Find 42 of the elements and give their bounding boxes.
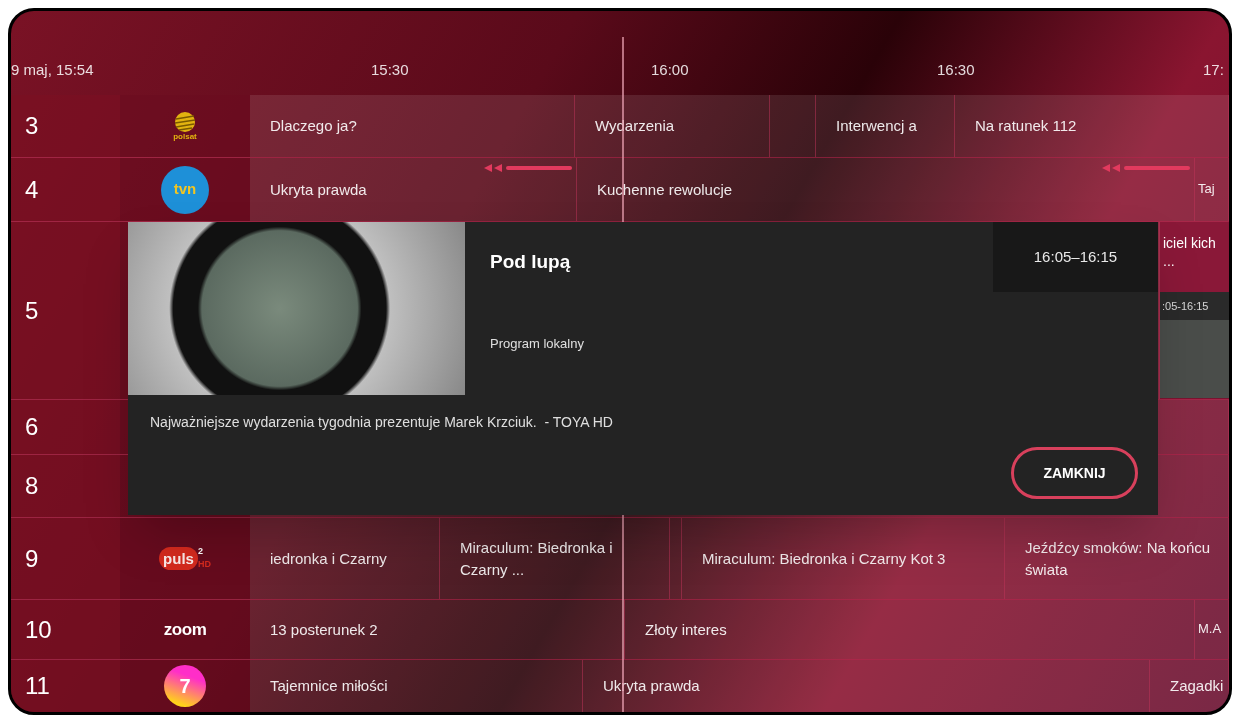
- channel-number: 8: [25, 471, 39, 501]
- program-time: :05-16:15: [1160, 292, 1229, 320]
- time-tick: 17:: [1203, 60, 1224, 80]
- program-description: Najważniejsze wydarzenia tygodnia prezentuje Marek Krzciuk. - TOYA HD: [150, 413, 613, 432]
- current-date-time: 9 maj, 15:54: [11, 60, 94, 80]
- program-cell[interactable]: Dlaczego ja?: [250, 95, 575, 157]
- program-cell[interactable]: Ukryta prawda: [583, 660, 1150, 712]
- program-cell[interactable]: Ukryta prawda: [250, 158, 577, 221]
- program-cell[interactable]: Zagadki: [1150, 660, 1229, 712]
- program-cell[interactable]: Taj: [1195, 158, 1229, 221]
- channel-logo: tvn: [161, 165, 209, 214]
- channel-number: 3: [25, 111, 39, 141]
- channel-logo: polsat: [173, 111, 197, 141]
- program-cell[interactable]: Jeźdźcy smoków: Na końcu świata: [1005, 518, 1229, 599]
- channel-number: 4: [25, 174, 39, 205]
- time-tick: 16:30: [937, 60, 975, 80]
- program-cell[interactable]: Wydarzenia: [575, 95, 770, 157]
- program-genre: Program lokalny: [490, 335, 584, 353]
- channel-logo: 7: [164, 665, 206, 707]
- channel-number: 5: [25, 295, 39, 326]
- program-cell[interactable]: Miraculum: Biedronka i Czarny ...: [440, 518, 670, 599]
- time-tick: 16:00: [651, 60, 689, 80]
- program-cell[interactable]: Złoty interes: [625, 600, 1195, 659]
- channel-logo: zoom: [163, 618, 207, 641]
- program-time-box: 16:05–16:15: [993, 222, 1158, 292]
- program-cell[interactable]: 13 posterunek 2: [250, 600, 625, 659]
- program-cell[interactable]: iciel kich ...: [1160, 222, 1229, 292]
- dialog-title: Pod lupą: [490, 250, 571, 274]
- program-cell[interactable]: iedronka i Czarny: [250, 518, 440, 599]
- channel-number: 11: [25, 671, 50, 701]
- program-cell[interactable]: Tajemnice miłości: [250, 660, 583, 712]
- program-cell[interactable]: Kuchenne rewolucje: [577, 158, 1195, 221]
- program-cell[interactable]: M.A: [1195, 600, 1229, 659]
- channel-number: 10: [25, 614, 52, 645]
- program-cell[interactable]: Interwencj a: [816, 95, 955, 157]
- program-cell[interactable]: Miraculum: Biedronka i Czarny Kot 3: [682, 518, 1005, 599]
- time-tick: 15:30: [371, 60, 409, 80]
- close-button[interactable]: ZAMKNIJ: [1011, 447, 1138, 499]
- channel-number: 9: [25, 543, 39, 574]
- program-cell[interactable]: Na ratunek 112: [955, 95, 1229, 157]
- channel-number: 6: [25, 412, 39, 442]
- empty-slot: [770, 95, 816, 157]
